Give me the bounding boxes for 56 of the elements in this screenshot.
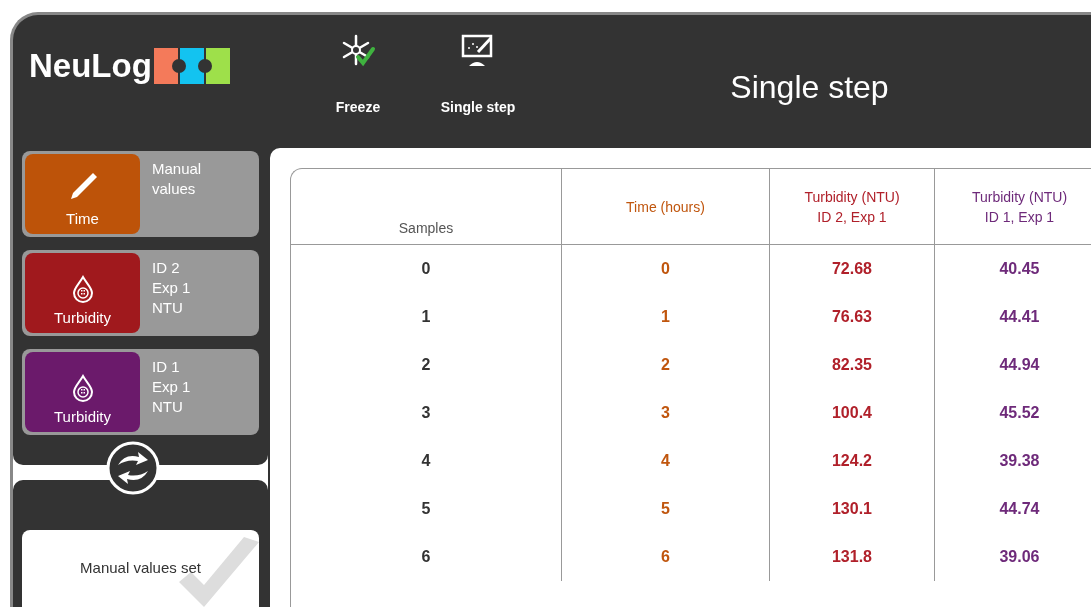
table-cell-text: 131.8 — [831, 547, 872, 567]
sensor-detail: NTU — [152, 397, 184, 417]
table-cell-text: 130.1 — [831, 499, 872, 519]
table-cell-text: 82.35 — [831, 355, 872, 375]
sensor-card[interactable]: Turbidity ID 2 Exp 1 NTU — [22, 250, 259, 336]
column-header: Samples — [397, 219, 455, 238]
status-text: Manual values set — [80, 558, 201, 579]
table-cell-text: 39.06 — [999, 547, 1040, 567]
drop-icon — [70, 274, 95, 303]
table-cell-text: 5 — [421, 499, 431, 519]
table-cell-text: 100.4 — [831, 403, 872, 423]
table-cell-text: 44.41 — [999, 307, 1040, 327]
table-cell-text: 2 — [421, 355, 431, 375]
sensor-card[interactable]: Time Manual values — [22, 151, 259, 237]
swap-icon[interactable] — [105, 440, 161, 496]
table-cell-text: 6 — [661, 547, 670, 567]
table-cell-text: 124.2 — [831, 451, 872, 471]
table-cell-text: 45.52 — [999, 403, 1040, 423]
table-cell-text: 44.74 — [999, 499, 1040, 519]
table-cell-text: 5 — [661, 499, 670, 519]
column-header: Turbidity (NTU) ID 2, Exp 1 — [769, 169, 934, 244]
table-cell-text: 3 — [661, 403, 670, 423]
logo-icon — [153, 47, 230, 84]
sensor-detail: values — [152, 179, 197, 199]
table-cell-text: 1 — [661, 307, 670, 327]
table-cell-text: 2 — [661, 355, 670, 375]
sensor-name: Turbidity — [54, 307, 111, 328]
toolbar-button[interactable]: Freeze — [308, 33, 408, 118]
table-cell-text: 76.63 — [831, 307, 872, 327]
table-cell-text: 1 — [421, 307, 431, 327]
sensor-detail: ID 2 — [152, 258, 181, 278]
sensor-name: Time — [66, 208, 99, 229]
sensor-detail: NTU — [152, 298, 184, 318]
sensor-detail: ID 1 — [152, 357, 181, 377]
table-cell-text: 39.38 — [999, 451, 1040, 471]
logo-text: NeuLog — [29, 46, 152, 86]
table-cell-text: 44.94 — [999, 355, 1040, 375]
table-cell-text: 4 — [661, 451, 670, 471]
table-cell-text: 72.68 — [831, 259, 872, 279]
table-cell-text: 0 — [661, 259, 670, 279]
drop-icon — [70, 373, 95, 402]
sensor-name: Turbidity — [54, 406, 111, 427]
toolbar-button[interactable]: Single step — [428, 33, 528, 118]
table-cell-text: 40.45 — [999, 259, 1040, 279]
column-header: Time (hours) — [561, 169, 769, 244]
table-cell-text: 6 — [421, 547, 431, 567]
sensor-card[interactable]: Turbidity ID 1 Exp 1 NTU — [22, 349, 259, 435]
column-header: Turbidity (NTU) ID 1, Exp 1 — [934, 169, 1091, 244]
table-cell-text: 4 — [421, 451, 431, 471]
table-cell-text: 0 — [421, 259, 431, 279]
sensor-detail: Exp 1 — [152, 278, 191, 298]
table-cell-text: 3 — [421, 403, 431, 423]
sensor-detail: Manual — [152, 159, 202, 179]
sensor-detail: Exp 1 — [152, 377, 191, 397]
mode-title: Single step — [730, 68, 889, 107]
snowflake-check-icon — [340, 33, 376, 69]
